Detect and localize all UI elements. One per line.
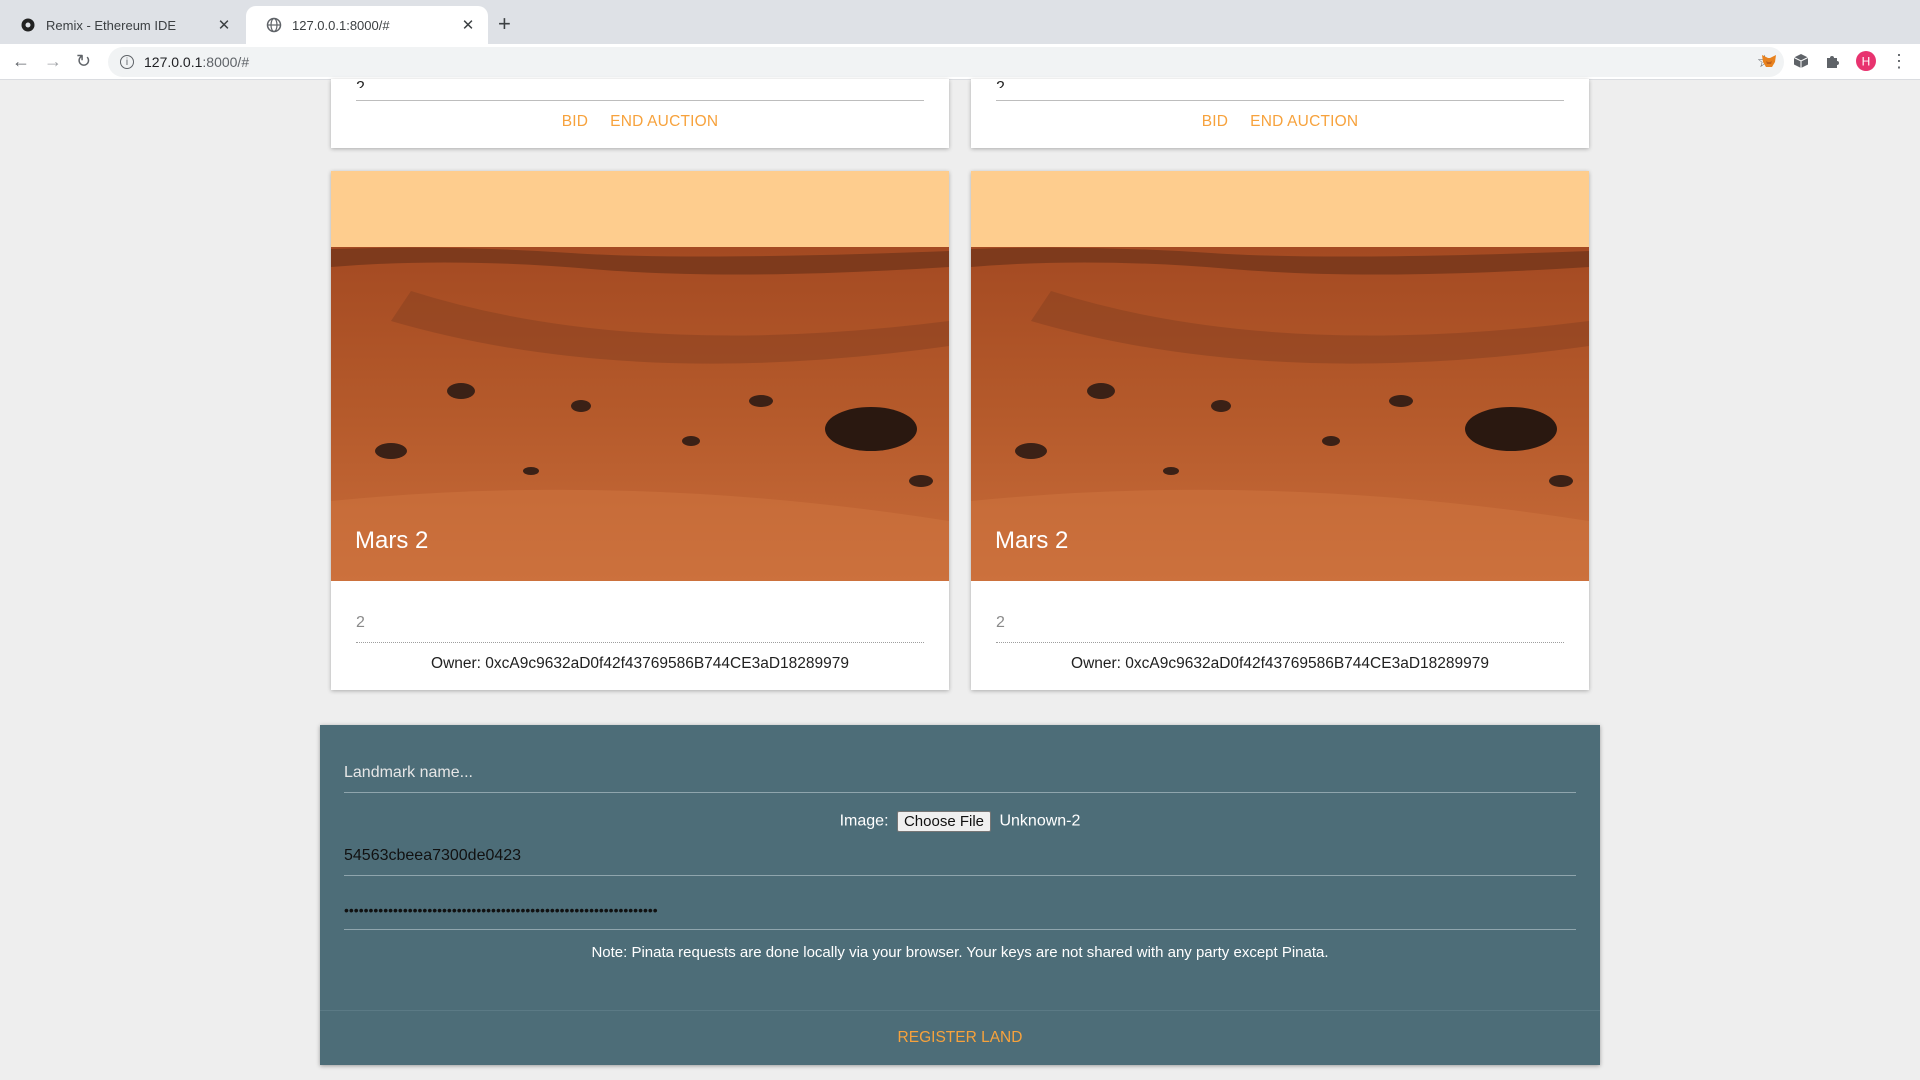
land-image: Mars 2	[331, 171, 949, 581]
bid-button[interactable]: BID	[562, 113, 588, 131]
bid-input-value[interactable]: 2	[996, 79, 1005, 88]
image-upload-row: Image: Choose File Unknown-2	[320, 811, 1600, 832]
forward-icon[interactable]: →	[44, 51, 62, 71]
landmark-name-input[interactable]	[344, 764, 1576, 782]
globe-icon	[266, 17, 282, 33]
choose-file-button[interactable]: Choose File	[896, 811, 992, 832]
land-card: Mars 2 2 Owner: 0xcA9c9632aD0f42f4376958…	[331, 171, 949, 690]
puzzle-extensions-icon[interactable]	[1824, 52, 1842, 70]
image-label: Image:	[839, 812, 889, 830]
tab-title: Remix - Ethereum IDE	[46, 17, 177, 33]
owner-address: Owner: 0xcA9c9632aD0f42f43769586B744CE3a…	[1071, 655, 1489, 672]
tab-title: 127.0.0.1:8000/#	[292, 17, 390, 33]
close-icon[interactable]: ✕	[216, 16, 232, 34]
input-underline	[344, 792, 1576, 793]
bid-button[interactable]: BID	[1202, 113, 1228, 131]
reload-icon[interactable]: ↻	[76, 51, 91, 71]
cube-extension-icon[interactable]	[1792, 52, 1810, 70]
auction-card: 2 BID END AUCTION	[971, 79, 1589, 148]
register-land-form: Image: Choose File Unknown-2 •••••••••••…	[320, 725, 1600, 1065]
owner-address: Owner: 0xcA9c9632aD0f42f43769586B744CE3a…	[431, 655, 849, 672]
land-image: Mars 2	[971, 171, 1589, 581]
price-input-value[interactable]: 2	[996, 614, 1005, 632]
land-card: Mars 2 2 Owner: 0xcA9c9632aD0f42f4376958…	[971, 171, 1589, 690]
svg-text:H: H	[1862, 55, 1871, 69]
land-title: Mars 2	[995, 527, 1069, 554]
price-input-value[interactable]: 2	[356, 614, 365, 632]
pinata-secret-input[interactable]: ••••••••••••••••••••••••••••••••••••••••…	[344, 901, 1576, 919]
close-icon[interactable]: ✕	[460, 16, 476, 34]
back-icon[interactable]: ←	[12, 51, 30, 71]
profile-avatar[interactable]: H	[1856, 51, 1876, 71]
input-underline	[996, 100, 1564, 101]
land-title: Mars 2	[355, 527, 429, 554]
new-tab-icon[interactable]: +	[498, 12, 511, 36]
input-underline	[344, 875, 1576, 876]
info-icon[interactable]: i	[120, 55, 134, 69]
input-underline	[356, 100, 924, 101]
metamask-fox-icon[interactable]	[1760, 52, 1778, 70]
url-path: :8000/#	[202, 54, 250, 70]
tab-remix[interactable]: Remix - Ethereum IDE ✕	[0, 6, 244, 44]
input-underline	[356, 642, 924, 643]
input-underline	[344, 929, 1576, 930]
end-auction-button[interactable]: END AUCTION	[610, 113, 718, 131]
remix-logo-icon	[21, 18, 35, 32]
register-land-button[interactable]: REGISTER LAND	[320, 1029, 1600, 1047]
pinata-api-key-input[interactable]	[344, 847, 1576, 865]
tab-local[interactable]: 127.0.0.1:8000/# ✕	[246, 6, 488, 44]
divider	[320, 1010, 1600, 1011]
end-auction-button[interactable]: END AUCTION	[1250, 113, 1358, 131]
address-bar[interactable]: i 127.0.0.1:8000/# ☆	[108, 47, 1784, 77]
browser-toolbar: ← → ↻ i 127.0.0.1:8000/# ☆ H ⋮	[0, 44, 1920, 80]
auction-card: 2 BID END AUCTION	[331, 79, 949, 148]
browser-tab-bar: Remix - Ethereum IDE ✕ 127.0.0.1:8000/# …	[0, 0, 1920, 44]
bid-input-value[interactable]: 2	[356, 79, 365, 88]
kebab-menu-icon[interactable]: ⋮	[1890, 51, 1908, 71]
privacy-note: Note: Pinata requests are done locally v…	[591, 944, 1329, 961]
url-host: 127.0.0.1	[144, 54, 203, 70]
selected-file-name: Unknown-2	[999, 812, 1081, 830]
input-underline	[996, 642, 1564, 643]
